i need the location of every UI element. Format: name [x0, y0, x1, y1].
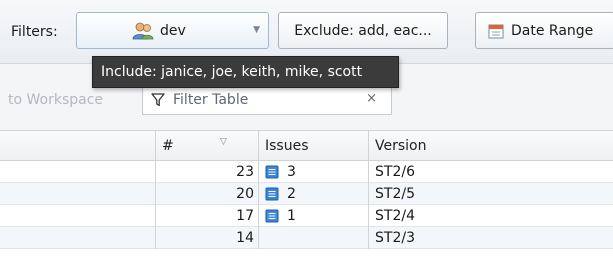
filters-label: Filters:: [11, 24, 58, 40]
date-range-label: Date Range: [511, 22, 594, 39]
filter-table-input[interactable]: Filter Table ×: [142, 85, 392, 115]
table-header: # ▽ Issues Version: [0, 130, 613, 161]
include-tooltip: Include: janice, joe, keith, mike, scott: [92, 56, 399, 88]
include-filter-label: dev: [160, 22, 186, 39]
filter-bar: Filters: dev ▼ Exclude: add, eac... Date…: [0, 0, 613, 64]
sort-icon[interactable]: ▽: [220, 137, 227, 147]
column-header-issues[interactable]: Issues: [258, 131, 368, 161]
table-row[interactable]: 23 3 ST2/6: [0, 161, 613, 183]
calendar-icon: [488, 23, 504, 39]
column-version-label: Version: [375, 138, 427, 154]
users-icon: [132, 22, 154, 40]
exclude-filter-button[interactable]: Exclude: add, eac...: [278, 12, 448, 49]
column-issues-label: Issues: [265, 138, 309, 154]
cell-num: 14: [155, 227, 258, 249]
add-to-workspace-link[interactable]: to Workspace: [8, 92, 103, 108]
cell-num: 23: [155, 161, 258, 183]
tooltip-text: Include: janice, joe, keith, mike, scott: [101, 64, 363, 80]
date-range-button[interactable]: Date Range: [475, 12, 613, 49]
cell-version: ST2/5: [368, 183, 613, 205]
column-header-version[interactable]: Version: [368, 131, 613, 161]
chevron-down-icon[interactable]: ▼: [253, 25, 260, 35]
issue-count[interactable]: 1: [287, 208, 296, 224]
cell-issues: [258, 227, 368, 249]
table-row[interactable]: 20 2 ST2/5: [0, 183, 613, 205]
cell-num: 17: [155, 205, 258, 227]
include-filter-button[interactable]: dev ▼: [76, 12, 269, 49]
cell-issues: 2: [258, 183, 368, 205]
column-header-num[interactable]: # ▽: [155, 131, 258, 161]
cell-issues: 3: [258, 161, 368, 183]
funnel-icon: [151, 93, 165, 107]
issue-icon: [265, 209, 279, 223]
issue-count[interactable]: 2: [287, 186, 296, 202]
cell-version: ST2/3: [368, 227, 613, 249]
cell-num: 20: [155, 183, 258, 205]
cell-version: ST2/6: [368, 161, 613, 183]
column-num-label: #: [162, 138, 174, 154]
table-row[interactable]: 14 ST2/3: [0, 227, 613, 249]
issue-icon: [265, 165, 279, 179]
clear-icon[interactable]: ×: [366, 91, 377, 106]
cell-version: ST2/4: [368, 205, 613, 227]
issues-table: # ▽ Issues Version 23 3 ST2/6 20 2 ST2/5: [0, 130, 613, 249]
table-row[interactable]: 17 1 ST2/4: [0, 205, 613, 227]
filter-table-placeholder: Filter Table: [173, 92, 249, 108]
issue-icon: [265, 187, 279, 201]
exclude-filter-label: Exclude: add, eac...: [294, 22, 432, 39]
cell-issues: 1: [258, 205, 368, 227]
issue-count[interactable]: 3: [287, 164, 296, 180]
